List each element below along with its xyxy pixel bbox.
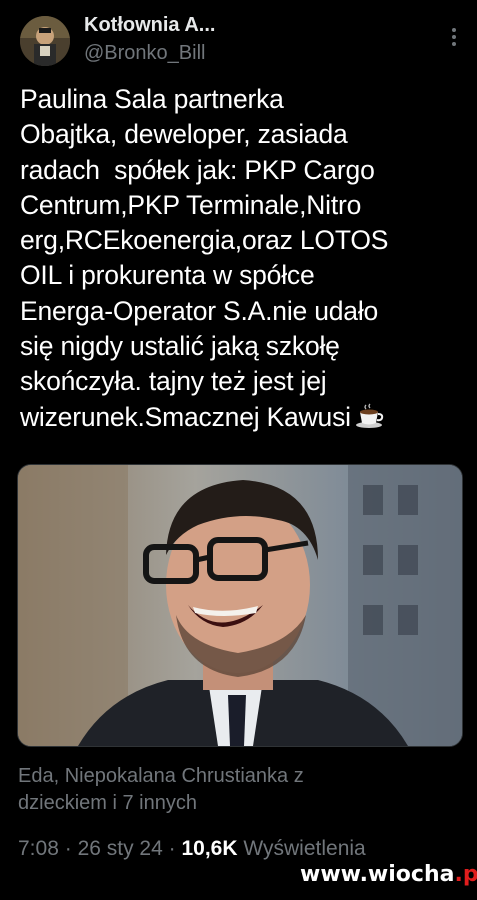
views-count[interactable]: 10,6K <box>181 837 237 860</box>
tweet-line: OIL i prokurenta w spółce <box>20 260 315 291</box>
liked-by-line: Eda, Niepokalana Chrustianka z <box>18 765 304 787</box>
tweet-line: radach spółek jak: PKP Cargo <box>20 154 375 185</box>
photo-image <box>18 465 462 746</box>
tweet-date[interactable]: 26 sty 24 <box>78 837 163 860</box>
tweet-line-text: wizerunek.Smacznej Kawusi <box>20 401 351 432</box>
meta-separator: · <box>168 837 176 860</box>
views-label[interactable]: Wyświetlenia <box>243 837 365 860</box>
tweet-line: skończyła. tajny też jest jej <box>20 366 327 397</box>
author-handle[interactable]: @Bronko_Bill <box>84 42 205 65</box>
watermark-prefix: www <box>300 862 360 887</box>
avatar-image <box>20 16 70 66</box>
tweet-time[interactable]: 7:08 <box>18 837 59 860</box>
more-options-button[interactable] <box>444 26 464 48</box>
tweet-photo[interactable] <box>17 464 463 747</box>
liked-by-text[interactable]: Eda, Niepokalana Chrustianka z dzieckiem… <box>18 763 458 817</box>
tweet-line: się nigdy ustalić jaką szkołę <box>20 331 340 362</box>
author-name[interactable]: Kotłownia A... <box>84 14 215 37</box>
avatar[interactable] <box>20 16 70 66</box>
tweet-line: Centrum,PKP Terminale,Nitro <box>20 189 362 220</box>
tweet-line-last: wizerunek.Smacznej Kawusi <box>20 400 470 438</box>
tweet-line: Paulina Sala partnerka <box>20 84 284 114</box>
watermark: www.wiocha.pl <box>300 862 477 887</box>
meta-separator: · <box>64 837 72 860</box>
liked-by-line: dzieckiem i 7 innych <box>18 792 197 814</box>
tweet-line: erg,RCEkoenergia,oraz LOTOS <box>20 225 389 256</box>
tweet-line: Obajtka, deweloper, zasiada <box>20 119 348 150</box>
watermark-suffix: .pl <box>454 862 477 887</box>
watermark-mid: .wiocha <box>359 862 455 887</box>
tweet-line: Energa-Operator S.A.nie udało <box>20 295 379 326</box>
more-vertical-icon <box>452 28 456 46</box>
tweet-text: Paulina Sala partnerka Obajtka, dewelope… <box>20 82 470 438</box>
coffee-cup-icon <box>355 403 385 438</box>
tweet-meta: 7:08 · 26 sty 24 · 10,6K Wyświetlenia <box>18 837 366 861</box>
